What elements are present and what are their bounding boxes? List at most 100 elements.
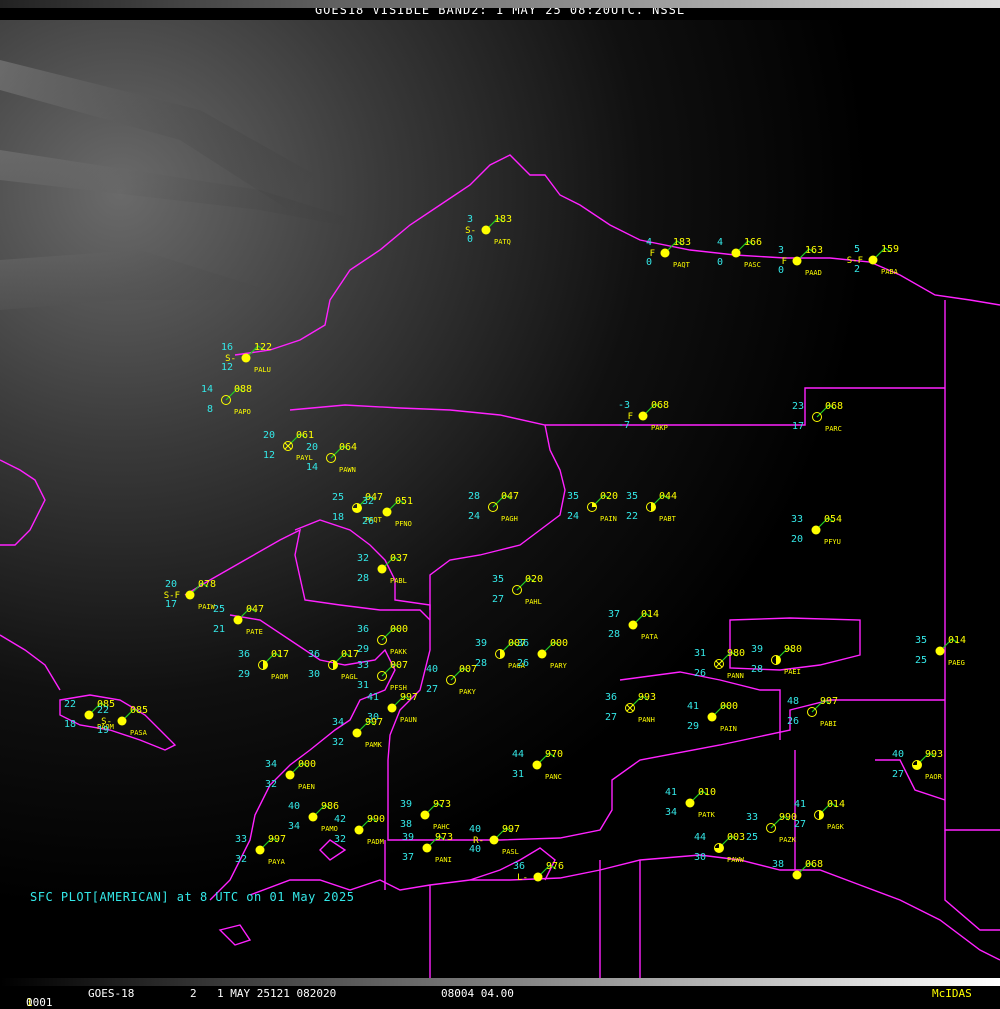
station-weather: F [628, 412, 633, 422]
station-dewpoint: 30 [694, 852, 706, 863]
station-id: PAAD [805, 269, 822, 277]
station-temperature: 36 [605, 692, 617, 703]
sky-cover-icon [422, 843, 432, 853]
sky-cover-icon [377, 564, 387, 574]
station-pressure: 000 [390, 624, 408, 635]
station-temperature: 20 [263, 430, 275, 441]
station-id: PASC [744, 261, 761, 269]
sky-cover-icon [532, 760, 542, 770]
station-weather: F [782, 257, 787, 267]
station-id: PFYU [824, 538, 841, 546]
station-pressure: 000 [720, 701, 738, 712]
sky-cover-icon [387, 703, 397, 713]
sky-cover-icon [707, 712, 717, 722]
sky-cover-icon [185, 590, 195, 600]
station-id: PAZK [779, 836, 797, 844]
station-dewpoint: 8 [207, 404, 213, 415]
station-id: PARY [550, 662, 568, 670]
sky-cover-icon [660, 248, 670, 258]
station-temperature: -3 [618, 400, 630, 411]
station-id: PAGL [341, 673, 358, 681]
station-id: PAMK [365, 741, 383, 749]
station-temperature: 37 [608, 609, 620, 620]
station-pressure: 976 [546, 861, 564, 872]
status-bar: 1 0001 GOES-18 2 1 MAY 25121 082020 08004… [0, 978, 1000, 1009]
sky-cover-icon [481, 225, 491, 235]
station-dewpoint: 27 [892, 769, 904, 780]
station-temperature: 33 [357, 660, 369, 671]
station-dewpoint: 27 [605, 712, 617, 723]
station-temperature: 40 [892, 749, 904, 760]
station-id: PATK [698, 811, 716, 819]
station-dewpoint: 25 [746, 832, 758, 843]
station-id: PFSH [390, 684, 407, 692]
station-id: PAGH [501, 515, 518, 523]
sky-cover-icon [537, 649, 547, 659]
station-temperature: 42 [334, 814, 346, 825]
station-dewpoint: 30 [308, 669, 320, 680]
station-temperature: 39 [400, 799, 412, 810]
station-pressure: 993 [638, 692, 656, 703]
station-pressure: 037 [390, 553, 408, 564]
station-dewpoint: 34 [665, 807, 677, 818]
station-id: PAWN [339, 466, 356, 474]
station-id: PAYA [268, 858, 286, 866]
station-dewpoint: 24 [468, 511, 480, 522]
sky-cover-icon [533, 872, 543, 882]
station-id: PAHL [525, 598, 542, 606]
station-id: PAIN [600, 515, 617, 523]
station-pressure: 047 [246, 604, 264, 615]
station-id: PABA [881, 268, 899, 276]
station-pressure: 047 [501, 491, 519, 502]
sky-cover-icon [241, 353, 251, 363]
station-id: PABT [659, 515, 677, 523]
station-pressure: 000 [298, 759, 316, 770]
station-pressure: 990 [367, 814, 385, 825]
station-temperature: 35 [492, 574, 504, 585]
station-dewpoint: 20 [791, 534, 803, 545]
station-pressure: 068 [805, 859, 823, 870]
plot-caption: SFC PLOT[AMERICAN] at 8 UTC on 01 May 20… [30, 890, 355, 904]
station-temperature: 35 [567, 491, 579, 502]
station-id: PAKY [459, 688, 477, 696]
station-dewpoint: 28 [357, 573, 369, 584]
station-temperature: 36 [357, 624, 369, 635]
station-pressure: 010 [698, 787, 716, 798]
station-dewpoint: 26 [787, 716, 799, 727]
station-temperature: 20 [306, 442, 318, 453]
satellite-map[interactable]: 30183PATQS-40183PAQTF40166PASC30163PAADF… [0, 20, 1000, 978]
sky-cover-icon [420, 810, 430, 820]
band-number: 2 [190, 987, 197, 1000]
station-pressure: 007 [390, 660, 408, 671]
station-id: PAMO [321, 825, 338, 833]
station-dewpoint: 27 [492, 594, 504, 605]
station-pressure: 000 [550, 638, 568, 649]
station-dewpoint: 22 [626, 511, 638, 522]
station-pressure: 020 [525, 574, 543, 585]
station-weather: S-F [164, 591, 180, 601]
station-pressure: 017 [341, 649, 359, 660]
station-id: PAPO [234, 408, 251, 416]
station-temperature: 20 [165, 579, 177, 590]
station-dewpoint: 29 [238, 669, 250, 680]
station-pressure: 044 [659, 491, 677, 502]
station-dewpoint: 29 [687, 721, 699, 732]
satellite-name: GOES-18 [88, 987, 135, 1000]
station-temperature: 38 [772, 859, 784, 870]
station-temperature: 22 [97, 705, 109, 716]
station-id: PAIN [720, 725, 737, 733]
station-dewpoint: 32 [235, 854, 247, 865]
station-pressure: 014 [827, 799, 845, 810]
station-weather: R- [473, 836, 484, 846]
sky-cover-icon [382, 507, 392, 517]
station-temperature: 33 [235, 834, 247, 845]
bottom-gradient-rule [0, 978, 1000, 986]
station-pressure: 014 [948, 635, 966, 646]
station-dewpoint: 38 [400, 819, 412, 830]
station-id: PADM [367, 838, 384, 846]
station-dewpoint: 37 [402, 852, 414, 863]
station-id: PAOR [925, 773, 943, 781]
station-pressure: 980 [727, 648, 745, 659]
station-pressure: 017 [271, 649, 289, 660]
station-id: PAYL [296, 454, 313, 462]
